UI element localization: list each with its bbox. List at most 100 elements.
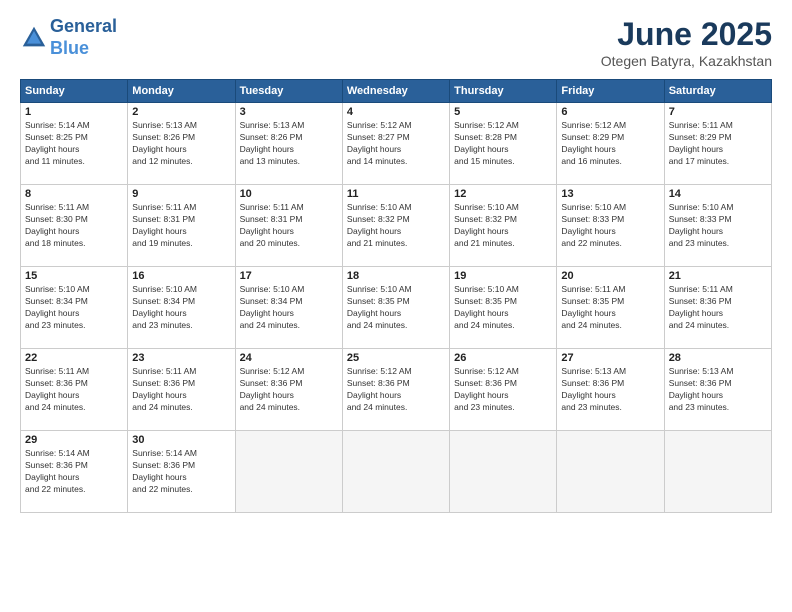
day-info: Sunrise: 5:10 AM Sunset: 8:35 PM Dayligh… bbox=[347, 284, 445, 332]
col-thursday: Thursday bbox=[450, 80, 557, 103]
calendar-cell: 5 Sunrise: 5:12 AM Sunset: 8:28 PM Dayli… bbox=[450, 103, 557, 185]
title-block: June 2025 Otegen Batyra, Kazakhstan bbox=[601, 16, 772, 69]
day-number: 7 bbox=[669, 106, 767, 118]
header: General Blue June 2025 Otegen Batyra, Ka… bbox=[20, 16, 772, 69]
day-number: 1 bbox=[25, 106, 123, 118]
calendar-cell bbox=[342, 431, 449, 513]
calendar-row-4: 22 Sunrise: 5:11 AM Sunset: 8:36 PM Dayl… bbox=[21, 349, 772, 431]
day-number: 19 bbox=[454, 270, 552, 282]
day-number: 28 bbox=[669, 352, 767, 364]
calendar-cell: 18 Sunrise: 5:10 AM Sunset: 8:35 PM Dayl… bbox=[342, 267, 449, 349]
day-number: 22 bbox=[25, 352, 123, 364]
day-info: Sunrise: 5:10 AM Sunset: 8:32 PM Dayligh… bbox=[454, 202, 552, 250]
calendar-cell: 17 Sunrise: 5:10 AM Sunset: 8:34 PM Dayl… bbox=[235, 267, 342, 349]
calendar-cell: 30 Sunrise: 5:14 AM Sunset: 8:36 PM Dayl… bbox=[128, 431, 235, 513]
day-info: Sunrise: 5:10 AM Sunset: 8:34 PM Dayligh… bbox=[132, 284, 230, 332]
calendar-cell: 3 Sunrise: 5:13 AM Sunset: 8:26 PM Dayli… bbox=[235, 103, 342, 185]
day-number: 17 bbox=[240, 270, 338, 282]
day-info: Sunrise: 5:11 AM Sunset: 8:31 PM Dayligh… bbox=[132, 202, 230, 250]
day-number: 8 bbox=[25, 188, 123, 200]
day-info: Sunrise: 5:11 AM Sunset: 8:36 PM Dayligh… bbox=[669, 284, 767, 332]
day-number: 25 bbox=[347, 352, 445, 364]
day-number: 16 bbox=[132, 270, 230, 282]
calendar: Sunday Monday Tuesday Wednesday Thursday… bbox=[20, 79, 772, 513]
calendar-cell: 29 Sunrise: 5:14 AM Sunset: 8:36 PM Dayl… bbox=[21, 431, 128, 513]
day-info: Sunrise: 5:11 AM Sunset: 8:36 PM Dayligh… bbox=[132, 366, 230, 414]
calendar-cell: 27 Sunrise: 5:13 AM Sunset: 8:36 PM Dayl… bbox=[557, 349, 664, 431]
day-info: Sunrise: 5:14 AM Sunset: 8:36 PM Dayligh… bbox=[25, 448, 123, 496]
logo: General Blue bbox=[20, 16, 117, 59]
calendar-cell: 1 Sunrise: 5:14 AM Sunset: 8:25 PM Dayli… bbox=[21, 103, 128, 185]
day-number: 29 bbox=[25, 434, 123, 446]
day-number: 15 bbox=[25, 270, 123, 282]
day-info: Sunrise: 5:13 AM Sunset: 8:36 PM Dayligh… bbox=[561, 366, 659, 414]
day-info: Sunrise: 5:12 AM Sunset: 8:29 PM Dayligh… bbox=[561, 120, 659, 168]
calendar-row-3: 15 Sunrise: 5:10 AM Sunset: 8:34 PM Dayl… bbox=[21, 267, 772, 349]
calendar-row-2: 8 Sunrise: 5:11 AM Sunset: 8:30 PM Dayli… bbox=[21, 185, 772, 267]
logo-icon bbox=[20, 24, 48, 52]
day-number: 9 bbox=[132, 188, 230, 200]
calendar-cell: 7 Sunrise: 5:11 AM Sunset: 8:29 PM Dayli… bbox=[664, 103, 771, 185]
day-info: Sunrise: 5:13 AM Sunset: 8:36 PM Dayligh… bbox=[669, 366, 767, 414]
day-number: 23 bbox=[132, 352, 230, 364]
day-info: Sunrise: 5:10 AM Sunset: 8:33 PM Dayligh… bbox=[561, 202, 659, 250]
day-number: 14 bbox=[669, 188, 767, 200]
calendar-cell: 25 Sunrise: 5:12 AM Sunset: 8:36 PM Dayl… bbox=[342, 349, 449, 431]
day-info: Sunrise: 5:12 AM Sunset: 8:28 PM Dayligh… bbox=[454, 120, 552, 168]
day-number: 24 bbox=[240, 352, 338, 364]
calendar-row-1: 1 Sunrise: 5:14 AM Sunset: 8:25 PM Dayli… bbox=[21, 103, 772, 185]
day-number: 30 bbox=[132, 434, 230, 446]
day-number: 11 bbox=[347, 188, 445, 200]
day-number: 6 bbox=[561, 106, 659, 118]
day-number: 13 bbox=[561, 188, 659, 200]
subtitle: Otegen Batyra, Kazakhstan bbox=[601, 53, 772, 69]
day-info: Sunrise: 5:12 AM Sunset: 8:36 PM Dayligh… bbox=[347, 366, 445, 414]
day-info: Sunrise: 5:14 AM Sunset: 8:25 PM Dayligh… bbox=[25, 120, 123, 168]
calendar-cell: 24 Sunrise: 5:12 AM Sunset: 8:36 PM Dayl… bbox=[235, 349, 342, 431]
col-tuesday: Tuesday bbox=[235, 80, 342, 103]
day-info: Sunrise: 5:11 AM Sunset: 8:29 PM Dayligh… bbox=[669, 120, 767, 168]
day-number: 18 bbox=[347, 270, 445, 282]
calendar-cell: 10 Sunrise: 5:11 AM Sunset: 8:31 PM Dayl… bbox=[235, 185, 342, 267]
day-number: 2 bbox=[132, 106, 230, 118]
calendar-cell: 28 Sunrise: 5:13 AM Sunset: 8:36 PM Dayl… bbox=[664, 349, 771, 431]
col-wednesday: Wednesday bbox=[342, 80, 449, 103]
col-friday: Friday bbox=[557, 80, 664, 103]
calendar-header-row: Sunday Monday Tuesday Wednesday Thursday… bbox=[21, 80, 772, 103]
day-number: 27 bbox=[561, 352, 659, 364]
page: General Blue June 2025 Otegen Batyra, Ka… bbox=[0, 0, 792, 612]
calendar-cell: 19 Sunrise: 5:10 AM Sunset: 8:35 PM Dayl… bbox=[450, 267, 557, 349]
calendar-cell: 16 Sunrise: 5:10 AM Sunset: 8:34 PM Dayl… bbox=[128, 267, 235, 349]
calendar-cell: 15 Sunrise: 5:10 AM Sunset: 8:34 PM Dayl… bbox=[21, 267, 128, 349]
day-info: Sunrise: 5:12 AM Sunset: 8:36 PM Dayligh… bbox=[240, 366, 338, 414]
day-number: 26 bbox=[454, 352, 552, 364]
col-sunday: Sunday bbox=[21, 80, 128, 103]
calendar-cell: 12 Sunrise: 5:10 AM Sunset: 8:32 PM Dayl… bbox=[450, 185, 557, 267]
day-info: Sunrise: 5:11 AM Sunset: 8:31 PM Dayligh… bbox=[240, 202, 338, 250]
calendar-cell: 11 Sunrise: 5:10 AM Sunset: 8:32 PM Dayl… bbox=[342, 185, 449, 267]
day-info: Sunrise: 5:11 AM Sunset: 8:30 PM Dayligh… bbox=[25, 202, 123, 250]
calendar-cell: 4 Sunrise: 5:12 AM Sunset: 8:27 PM Dayli… bbox=[342, 103, 449, 185]
day-info: Sunrise: 5:13 AM Sunset: 8:26 PM Dayligh… bbox=[132, 120, 230, 168]
month-title: June 2025 bbox=[601, 16, 772, 53]
day-number: 10 bbox=[240, 188, 338, 200]
calendar-cell: 8 Sunrise: 5:11 AM Sunset: 8:30 PM Dayli… bbox=[21, 185, 128, 267]
day-number: 12 bbox=[454, 188, 552, 200]
day-info: Sunrise: 5:10 AM Sunset: 8:34 PM Dayligh… bbox=[240, 284, 338, 332]
calendar-cell: 9 Sunrise: 5:11 AM Sunset: 8:31 PM Dayli… bbox=[128, 185, 235, 267]
calendar-cell: 2 Sunrise: 5:13 AM Sunset: 8:26 PM Dayli… bbox=[128, 103, 235, 185]
day-number: 3 bbox=[240, 106, 338, 118]
day-info: Sunrise: 5:10 AM Sunset: 8:32 PM Dayligh… bbox=[347, 202, 445, 250]
day-info: Sunrise: 5:10 AM Sunset: 8:33 PM Dayligh… bbox=[669, 202, 767, 250]
calendar-row-5: 29 Sunrise: 5:14 AM Sunset: 8:36 PM Dayl… bbox=[21, 431, 772, 513]
calendar-cell: 20 Sunrise: 5:11 AM Sunset: 8:35 PM Dayl… bbox=[557, 267, 664, 349]
day-info: Sunrise: 5:11 AM Sunset: 8:36 PM Dayligh… bbox=[25, 366, 123, 414]
day-number: 4 bbox=[347, 106, 445, 118]
day-number: 21 bbox=[669, 270, 767, 282]
day-info: Sunrise: 5:11 AM Sunset: 8:35 PM Dayligh… bbox=[561, 284, 659, 332]
col-saturday: Saturday bbox=[664, 80, 771, 103]
calendar-cell: 26 Sunrise: 5:12 AM Sunset: 8:36 PM Dayl… bbox=[450, 349, 557, 431]
calendar-cell bbox=[557, 431, 664, 513]
calendar-cell: 13 Sunrise: 5:10 AM Sunset: 8:33 PM Dayl… bbox=[557, 185, 664, 267]
calendar-cell: 23 Sunrise: 5:11 AM Sunset: 8:36 PM Dayl… bbox=[128, 349, 235, 431]
